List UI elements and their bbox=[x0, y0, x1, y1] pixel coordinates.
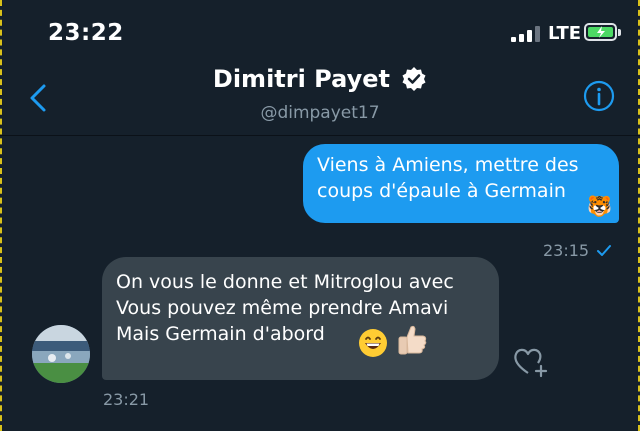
message-line: Viens à Amiens, mettre des bbox=[317, 154, 579, 176]
network-type: LTE bbox=[548, 23, 582, 44]
contact-handle: @dimpayet17 bbox=[260, 103, 380, 123]
message-line: On vous le donne et Mitroglou avec bbox=[116, 271, 454, 293]
like-add-icon[interactable] bbox=[512, 345, 550, 379]
info-icon[interactable] bbox=[583, 80, 615, 112]
contact-name: Dimitri Payet bbox=[212, 65, 390, 93]
clock: 23:22 bbox=[48, 20, 124, 46]
incoming-timestamp: 23:21 bbox=[103, 390, 150, 409]
delivered-check-icon bbox=[597, 245, 611, 256]
avatar[interactable] bbox=[32, 325, 90, 383]
grinning-face-icon bbox=[359, 329, 387, 357]
battery-charging-icon bbox=[584, 23, 621, 41]
incoming-message-bubble[interactable]: On vous le donne et Mitroglou avec Vous … bbox=[102, 257, 499, 380]
signal-icon bbox=[511, 26, 543, 42]
conversation-header: Dimitri Payet @dimpayet17 bbox=[0, 60, 640, 136]
contact-title[interactable]: Dimitri Payet bbox=[0, 65, 640, 93]
tiger-emoji: 🐯 bbox=[587, 194, 612, 218]
outgoing-timestamp: 23:15 bbox=[543, 241, 590, 260]
status-bar: 23:22 LTE bbox=[0, 0, 640, 64]
message-line: Vous pouvez même prendre Amavi bbox=[116, 297, 449, 319]
message-line: Mais Germain d'abord bbox=[116, 323, 325, 345]
message-line: coups d'épaule à Germain bbox=[317, 180, 566, 202]
outgoing-message-bubble[interactable]: Viens à Amiens, mettre des coups d'épaul… bbox=[303, 144, 619, 223]
verified-badge-icon bbox=[402, 67, 426, 91]
thumbs-up-icon bbox=[398, 325, 427, 355]
